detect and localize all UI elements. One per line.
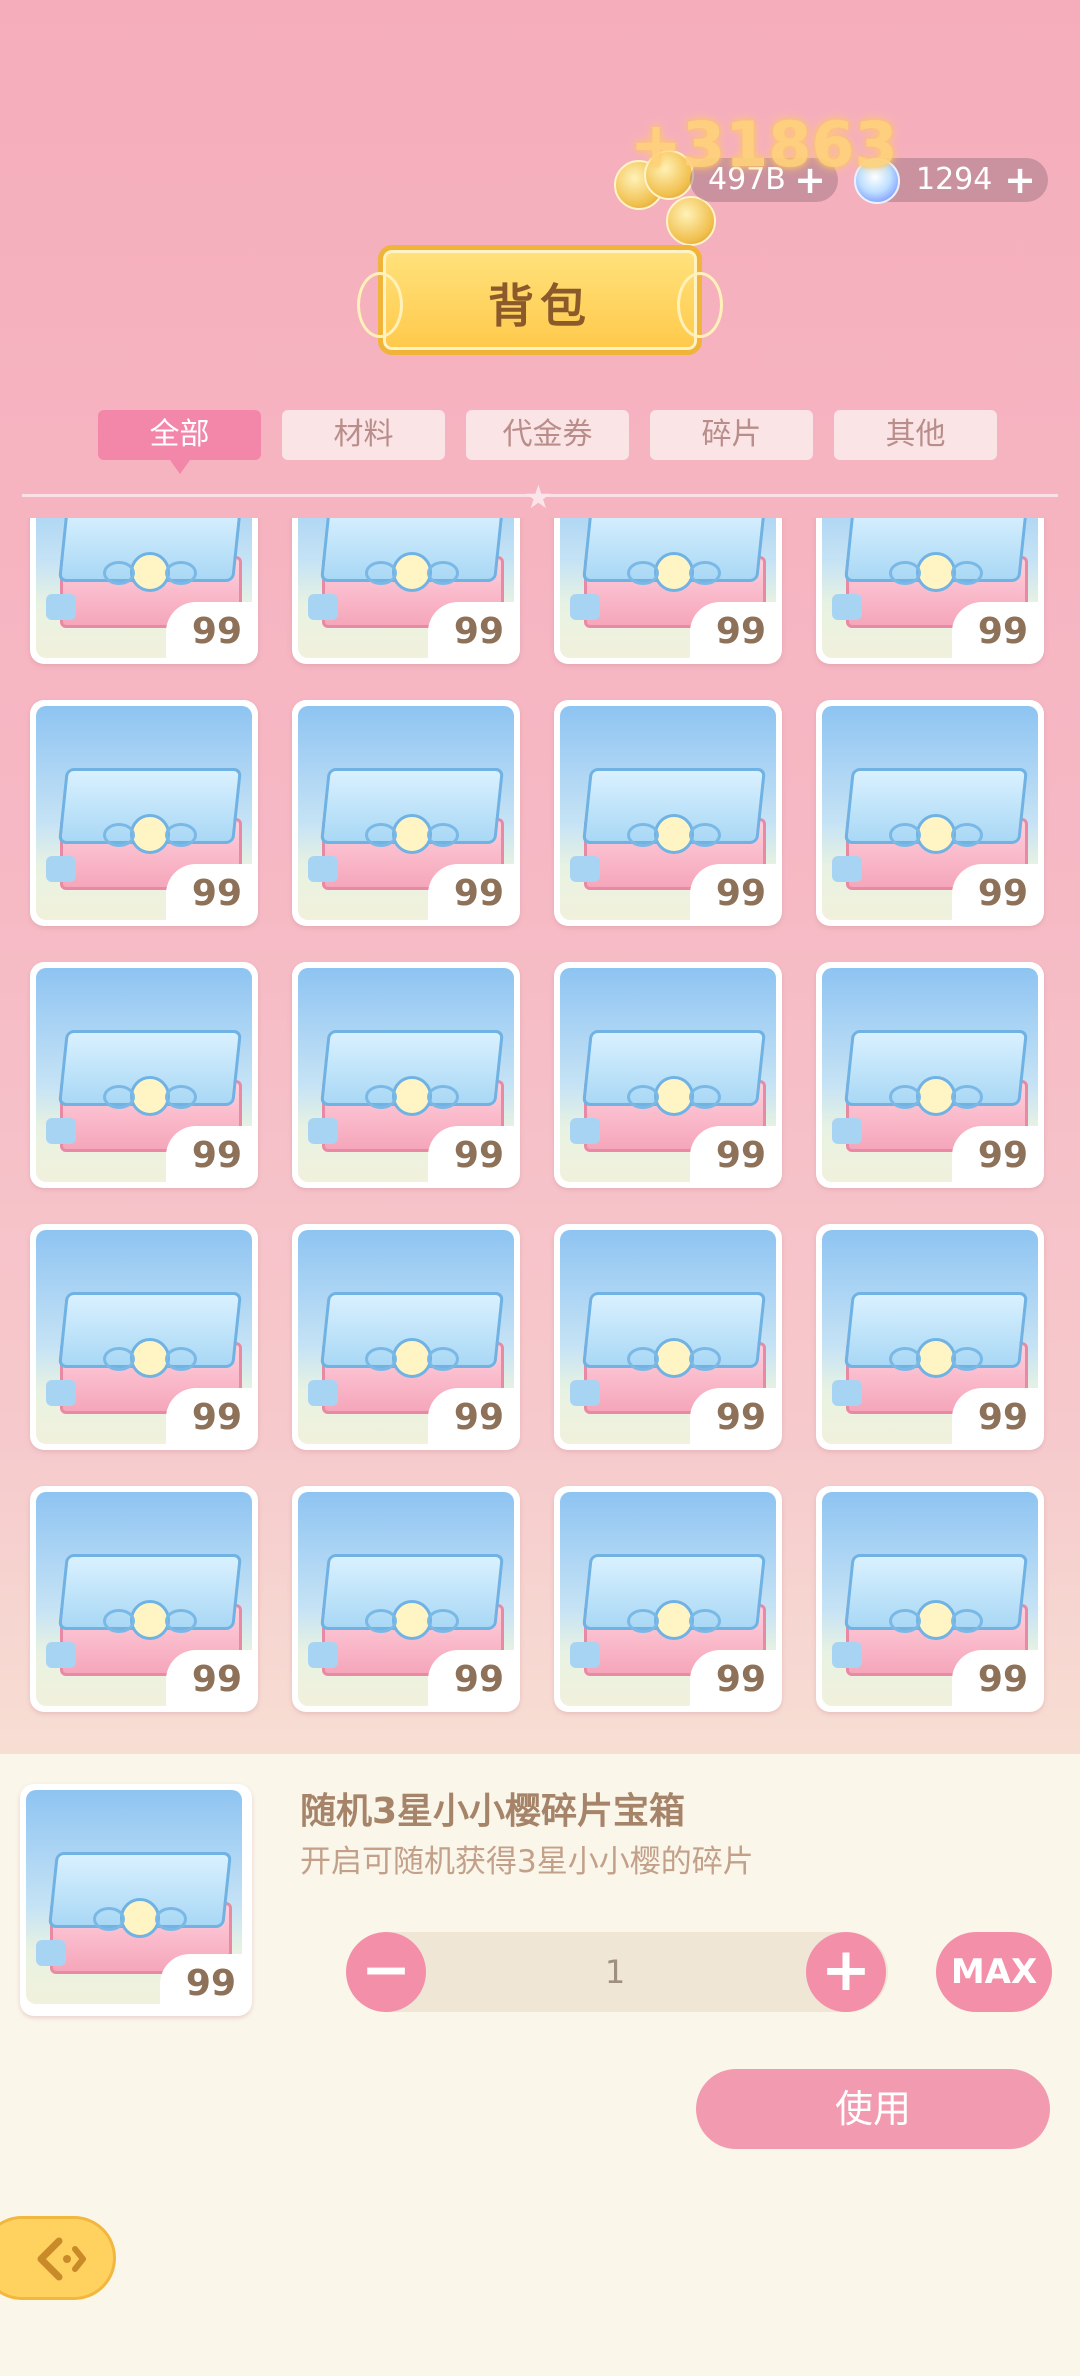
decrease-button[interactable]: − [346, 1932, 426, 2012]
item-card[interactable]: 99 [816, 518, 1044, 664]
item-quantity: 99 [166, 1126, 252, 1182]
gem-balance: 1294 [916, 162, 993, 197]
item-card[interactable]: 99 [30, 700, 258, 926]
item-card[interactable]: 99 [292, 962, 520, 1188]
tab-all[interactable]: 全部 [98, 410, 261, 474]
item-quantity: 99 [166, 1388, 252, 1444]
item-card[interactable]: 99 [292, 518, 520, 664]
floating-reward-text: +31863 [630, 108, 898, 181]
item-card[interactable]: 99 [816, 1486, 1044, 1712]
star-icon: ★ [524, 478, 553, 516]
add-gems-button[interactable]: + [1004, 158, 1036, 202]
use-button[interactable]: 使用 [696, 2069, 1050, 2149]
item-card[interactable]: 99 [816, 1224, 1044, 1450]
item-card[interactable]: 99 [292, 1486, 520, 1712]
item-name: 随机3星小小樱碎片宝箱 [300, 1791, 686, 1832]
item-description: 开启可随机获得3星小小樱的碎片 [300, 1844, 754, 1880]
item-quantity: 99 [166, 602, 252, 658]
item-detail-panel: 99 随机3星小小樱碎片宝箱 开启可随机获得3星小小樱的碎片 − 1 + MAX… [0, 1754, 1080, 2376]
item-quantity: 99 [160, 1954, 246, 2010]
tab-materials[interactable]: 材料 [282, 410, 445, 460]
page-title: 背包 [488, 279, 592, 333]
item-quantity: 99 [166, 1650, 252, 1706]
item-quantity: 99 [952, 864, 1038, 920]
item-quantity: 99 [952, 1388, 1038, 1444]
item-card[interactable]: 99 [816, 962, 1044, 1188]
item-quantity: 99 [428, 1650, 514, 1706]
item-quantity: 99 [428, 1388, 514, 1444]
item-card[interactable]: 99 [554, 1224, 782, 1450]
item-quantity: 99 [428, 864, 514, 920]
tab-fragments[interactable]: 碎片 [650, 410, 813, 460]
item-card[interactable]: 99 [292, 1224, 520, 1450]
item-card[interactable]: 99 [554, 518, 782, 664]
item-card[interactable]: 99 [30, 1486, 258, 1712]
item-quantity: 99 [690, 602, 776, 658]
max-button[interactable]: MAX [936, 1932, 1052, 2012]
item-quantity: 99 [952, 602, 1038, 658]
item-quantity: 99 [690, 1126, 776, 1182]
quantity-value[interactable]: 1 [430, 1932, 800, 2012]
tab-vouchers[interactable]: 代金券 [466, 410, 629, 460]
item-quantity: 99 [428, 1126, 514, 1182]
tab-other[interactable]: 其他 [834, 410, 997, 460]
item-card[interactable]: 99 [30, 518, 258, 664]
coin-icon [666, 196, 716, 246]
increase-button[interactable]: + [806, 1932, 886, 2012]
selected-item-card: 99 [20, 1784, 252, 2016]
title-plaque: 背包 [357, 245, 723, 355]
item-quantity: 99 [690, 1650, 776, 1706]
back-arrow-icon [37, 2237, 86, 2281]
item-card[interactable]: 99 [292, 700, 520, 926]
item-quantity: 99 [428, 602, 514, 658]
item-quantity: 99 [166, 864, 252, 920]
item-card[interactable]: 99 [554, 1486, 782, 1712]
item-quantity: 99 [952, 1650, 1038, 1706]
item-quantity: 99 [690, 1388, 776, 1444]
item-quantity: 99 [952, 1126, 1038, 1182]
item-card[interactable]: 99 [30, 962, 258, 1188]
item-card[interactable]: 99 [554, 962, 782, 1188]
item-card[interactable]: 99 [30, 1224, 258, 1450]
item-card[interactable]: 99 [554, 700, 782, 926]
item-card[interactable]: 99 [816, 700, 1044, 926]
back-button[interactable] [0, 2216, 116, 2300]
item-grid[interactable]: 99 99 99 99 99 99 99 99 99 99 99 99 99 99 99 99 99 99 99 99 [0, 518, 1080, 1754]
item-quantity: 99 [690, 864, 776, 920]
